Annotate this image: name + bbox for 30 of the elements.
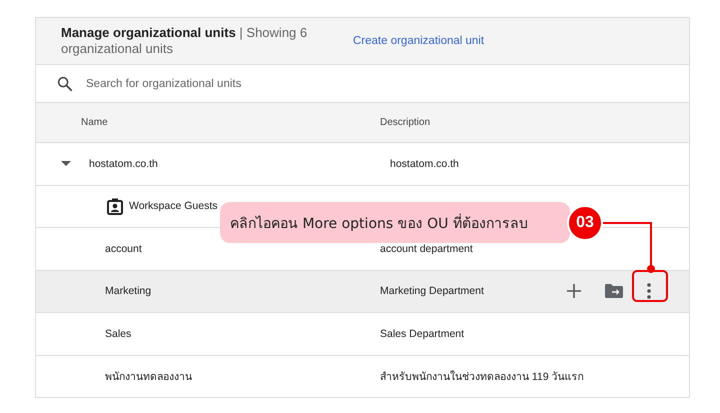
more-options-icon[interactable] [647,283,651,300]
move-folder-icon[interactable] [605,284,623,298]
table-row[interactable]: hostatom.co.th hostatom.co.th [36,143,689,186]
caret-icon[interactable] [61,160,71,167]
table-row[interactable]: พนักงานทดลองงาน สำหรับพนักงานในช่วงทดลองงาน 119 วันแรก [36,356,689,398]
table-row[interactable]: Sales Sales Department [36,313,689,356]
unit-description: Sales Department [380,328,464,340]
unit-name: Marketing [105,285,152,298]
unit-description: hostatom.co.th [389,158,459,170]
column-header: Name [80,117,109,128]
highlight-frame [632,270,668,302]
unit-name: account [105,242,142,255]
panel-title: Manage organizational units | Showing 6 organizational units [61,25,308,57]
table-row[interactable]: Marketing Marketing Department [36,270,689,313]
create-unit-link[interactable]: Create organizational unit [353,35,484,47]
search-field[interactable]: Search for organizational units [84,76,388,90]
badge-icon [107,198,123,215]
unit-description: account department [380,242,473,255]
unit-name: hostatom.co.th [89,158,158,170]
callout-tooltip: คลิกไอคอน More options ของ OU ที่ต้องการลบ [220,202,570,243]
unit-name: Workspace Guests [129,200,218,212]
column-header: Description [380,117,430,128]
add-icon[interactable] [567,284,581,298]
unit-description: Marketing Department [380,285,484,298]
step-badge: 03 [567,205,603,241]
leader-line [603,222,655,274]
unit-description: สำหรับพนักงานในช่วงทดลองงาน 119 วันแรก [380,370,584,383]
unit-name: พนักงานทดลองงาน [105,370,192,385]
search-icon [56,74,74,92]
unit-name: Sales [105,328,132,340]
